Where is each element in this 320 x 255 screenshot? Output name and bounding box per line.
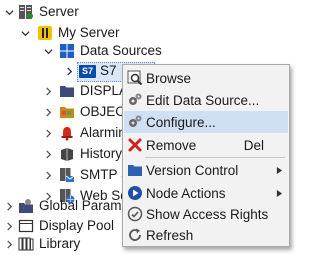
menu-item-label: Configure... xyxy=(146,114,216,130)
version-control-folder-icon xyxy=(126,161,144,179)
expand-chevron-icon[interactable] xyxy=(42,164,54,186)
expand-chevron-icon[interactable] xyxy=(3,195,15,217)
server-icon xyxy=(17,3,35,21)
library-books-icon xyxy=(17,235,35,253)
tree-node-label: Server xyxy=(39,4,79,19)
submenu-arrow-icon xyxy=(276,188,284,198)
data-sources-grid-icon xyxy=(58,42,76,60)
tree-node-library[interactable]: Library xyxy=(17,233,80,255)
menu-item-configure[interactable]: Configure... xyxy=(124,111,288,133)
expand-chevron-icon[interactable] xyxy=(42,122,54,144)
expand-chevron-icon[interactable] xyxy=(42,80,54,102)
menu-item-show-access-rights[interactable]: Show Access Rights xyxy=(124,203,288,225)
refresh-icon xyxy=(126,226,144,244)
collapse-chevron-icon[interactable] xyxy=(3,1,15,23)
s7-driver-icon: S7 xyxy=(79,64,96,78)
menu-item-label: Show Access Rights xyxy=(146,206,269,222)
tree-node-server[interactable]: Server xyxy=(17,1,79,23)
menu-item-edit-data-source[interactable]: Edit Data Source... xyxy=(124,89,288,111)
play-circle-icon xyxy=(126,184,144,202)
gears-icon xyxy=(126,91,144,109)
menu-item-refresh[interactable]: Refresh xyxy=(124,224,288,246)
tree-node-label: S7 xyxy=(100,63,117,78)
remove-x-icon xyxy=(126,136,144,154)
browse-magnifier-icon xyxy=(126,69,144,87)
tree-node-s7[interactable]: S7 S7 xyxy=(79,60,117,82)
expand-chevron-icon[interactable] xyxy=(42,101,54,123)
menu-item-node-actions[interactable]: Node Actions xyxy=(124,182,288,204)
menu-item-label: Refresh xyxy=(146,227,194,243)
expand-chevron-icon[interactable] xyxy=(3,233,15,255)
collapse-chevron-icon[interactable] xyxy=(42,40,54,62)
menu-item-label: Edit Data Source... xyxy=(146,92,260,108)
menu-item-label: Node Actions xyxy=(146,185,226,201)
context-menu: Browse Edit Data Source... Configure... … xyxy=(122,64,290,247)
expand-chevron-icon[interactable] xyxy=(42,143,54,165)
gears-icon xyxy=(126,113,144,131)
global-parameters-icon xyxy=(17,197,35,215)
menu-item-browse[interactable]: Browse xyxy=(124,67,288,89)
folder-icon xyxy=(58,82,76,100)
submenu-arrow-icon xyxy=(276,165,284,175)
menu-item-label: Remove xyxy=(146,137,197,153)
expand-chevron-icon[interactable] xyxy=(63,60,75,82)
objects-folder-icon xyxy=(58,103,76,121)
menu-item-label: Version Control xyxy=(146,162,239,178)
access-rights-check-icon xyxy=(126,205,144,223)
collapse-chevron-icon[interactable] xyxy=(19,22,31,44)
menu-item-label: Browse xyxy=(146,70,192,86)
tree-node-label: Library xyxy=(39,236,81,251)
shortcut-label: Del xyxy=(243,137,264,153)
menu-item-remove[interactable]: Remove Del xyxy=(124,134,288,156)
menu-item-version-control[interactable]: Version Control xyxy=(124,159,288,181)
menu-separator xyxy=(145,157,285,158)
tree-node-data-sources[interactable]: Data Sources xyxy=(58,40,162,62)
tree-node-label: Data Sources xyxy=(80,43,162,58)
history-book-icon xyxy=(58,145,76,163)
alarm-bell-icon xyxy=(58,124,76,142)
smtp-server-icon xyxy=(58,166,76,184)
